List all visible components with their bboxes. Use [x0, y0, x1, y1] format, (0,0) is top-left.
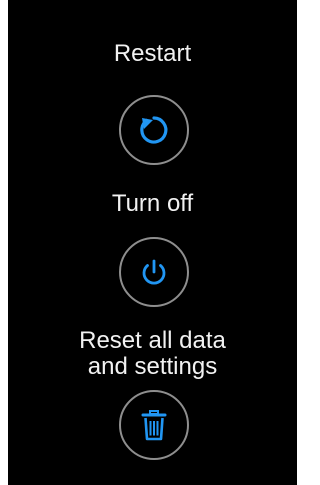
restart-icon	[134, 110, 174, 150]
restart-label: Restart	[113, 40, 192, 67]
power-icon	[134, 252, 174, 292]
reset-button[interactable]	[119, 390, 189, 460]
trash-icon	[134, 405, 174, 445]
restart-button[interactable]	[119, 95, 189, 165]
turn-off-button[interactable]	[119, 237, 189, 307]
turn-off-label: Turn off	[111, 190, 194, 217]
reset-label: Reset all data and settings	[79, 327, 226, 380]
power-menu-screen: Restart Turn off Reset all data and sett…	[8, 0, 297, 485]
